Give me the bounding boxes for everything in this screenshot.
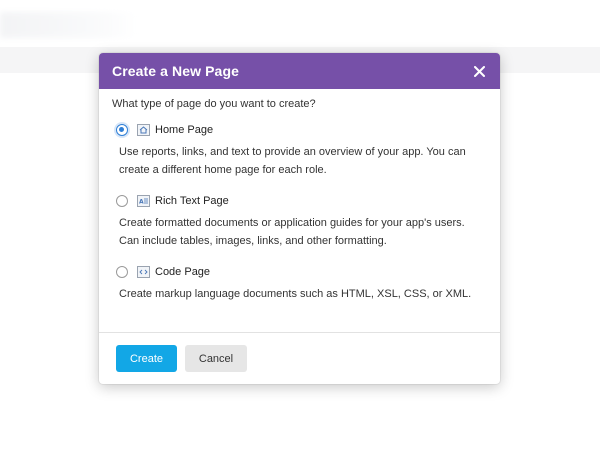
- dialog-title: Create a New Page: [112, 63, 239, 79]
- code-page-label[interactable]: Code Page: [155, 266, 210, 278]
- rich-text-page-label[interactable]: Rich Text Page: [155, 195, 229, 207]
- close-button[interactable]: [471, 63, 487, 79]
- dialog-header: Create a New Page: [99, 53, 500, 89]
- option-home-page-header[interactable]: Home Page: [112, 122, 487, 138]
- dialog-footer: Create Cancel: [99, 332, 500, 384]
- page-type-question: What type of page do you want to create?: [112, 98, 316, 110]
- close-icon: [473, 65, 485, 77]
- home-page-label[interactable]: Home Page: [155, 124, 213, 136]
- option-rich-text-page-header[interactable]: A Rich Text Page: [112, 193, 487, 209]
- option-home-page: Home Page Use reports, links, and text t…: [112, 122, 487, 179]
- option-code-page-header[interactable]: Code Page: [112, 264, 487, 280]
- home-page-icon: [137, 124, 150, 136]
- home-page-radio[interactable]: [116, 124, 128, 136]
- create-button[interactable]: Create: [116, 345, 177, 372]
- rich-text-page-description: Create formatted documents or applicatio…: [119, 217, 465, 247]
- option-rich-text-page: A Rich Text Page Create formatted docume…: [112, 193, 487, 250]
- svg-text:A: A: [139, 199, 144, 206]
- cancel-button[interactable]: Cancel: [185, 345, 247, 372]
- home-page-description: Use reports, links, and text to provide …: [119, 146, 466, 176]
- code-page-icon: [137, 266, 150, 278]
- rich-text-page-radio[interactable]: [116, 195, 128, 207]
- dialog-body: What type of page do you want to create?…: [99, 89, 500, 303]
- code-page-description: Create markup language documents such as…: [119, 288, 472, 300]
- rich-text-page-icon: A: [137, 195, 150, 207]
- option-code-page: Code Page Create markup language documen…: [112, 264, 487, 303]
- code-page-radio[interactable]: [116, 266, 128, 278]
- create-page-dialog: Create a New Page What type of page do y…: [99, 53, 500, 384]
